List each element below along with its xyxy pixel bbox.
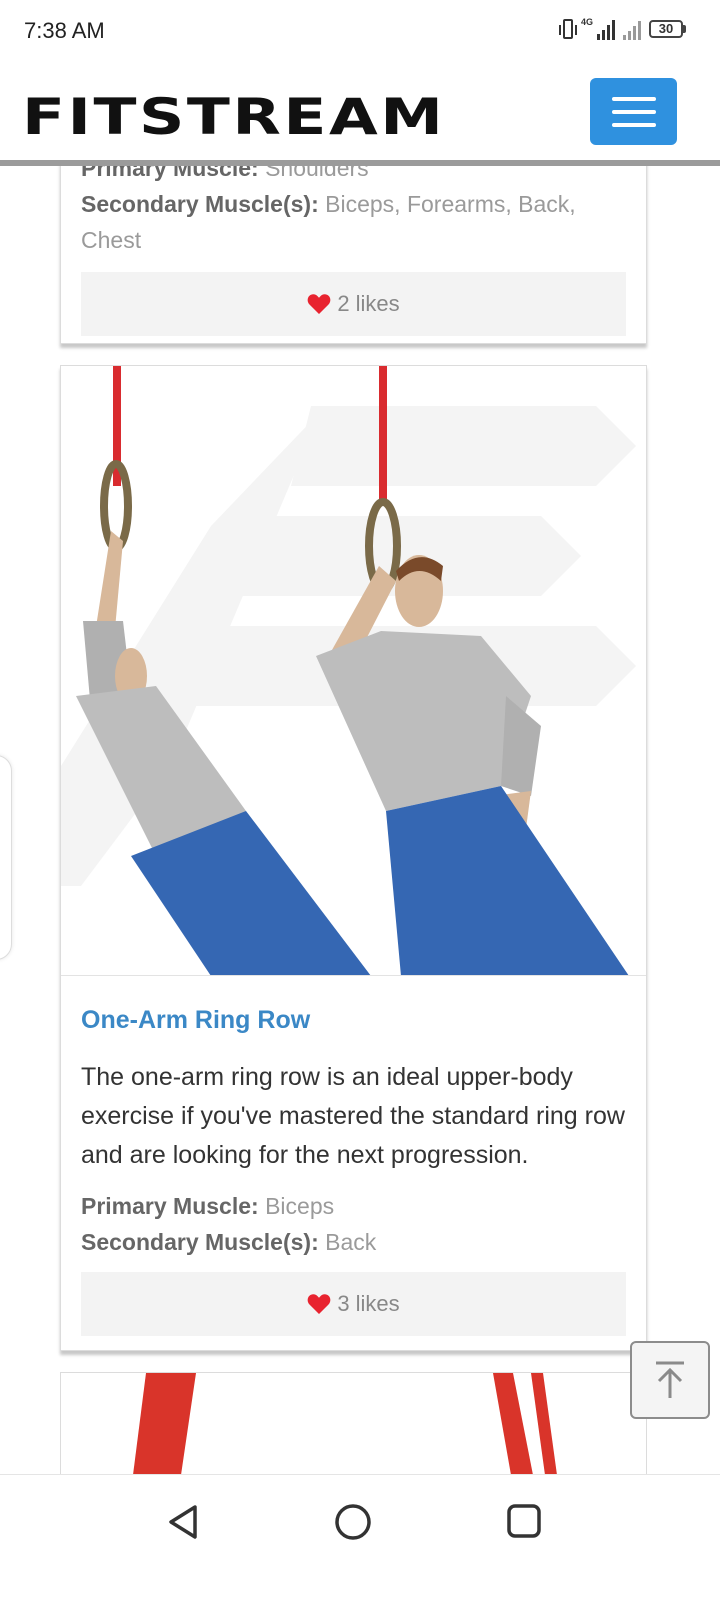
- exercise-illustration-next: [133, 1373, 557, 1475]
- battery-icon: 30: [649, 20, 686, 38]
- vibrate-icon: [558, 19, 577, 39]
- muscle-info: Primary Muscle: Biceps Secondary Muscle(…: [81, 1188, 376, 1260]
- exercise-description: The one-arm ring row is an ideal upper-b…: [81, 1063, 625, 1169]
- back-to-top-button[interactable]: [630, 1341, 710, 1419]
- site-header: FITSTREAM: [0, 64, 720, 166]
- status-time: 7:38 AM: [24, 18, 105, 43]
- secondary-muscles: Secondary Muscle(s): Back: [81, 1229, 377, 1255]
- exercise-illustration[interactable]: [61, 366, 646, 976]
- fitstream-logo[interactable]: FITSTREAM: [22, 88, 445, 146]
- signal-icon: [597, 18, 615, 40]
- exercise-title[interactable]: One-Arm Ring Row: [81, 1006, 310, 1035]
- status-bar: 7:38 AM 4G 30: [0, 0, 720, 64]
- like-button[interactable]: 2 likes: [81, 272, 626, 336]
- side-drawer-handle[interactable]: [0, 755, 12, 960]
- signal-2-icon: [623, 18, 641, 40]
- exercise-card[interactable]: One-Arm Ring Row The one-arm ring row is…: [60, 365, 647, 1351]
- like-count: 2 likes: [337, 291, 400, 316]
- triangle-back-icon[interactable]: [166, 1503, 200, 1541]
- arrow-up-to-line-icon: [656, 1361, 684, 1398]
- battery-level: 30: [649, 20, 683, 38]
- like-count: 3 likes: [337, 1291, 400, 1316]
- network-type: 4G: [580, 17, 593, 27]
- heart-icon: [307, 294, 331, 314]
- secondary-muscles: Secondary Muscle(s): Biceps, Forearms, B…: [81, 191, 576, 253]
- heart-icon: [307, 1294, 331, 1314]
- hamburger-menu-icon[interactable]: [590, 78, 677, 145]
- like-button[interactable]: 3 likes: [81, 1272, 626, 1336]
- status-icons: 4G 30: [558, 17, 686, 40]
- square-recents-icon[interactable]: [506, 1503, 542, 1539]
- circle-home-icon[interactable]: [334, 1503, 372, 1541]
- system-nav-bar: [0, 1474, 720, 1600]
- primary-muscle: Primary Muscle: Biceps: [81, 1193, 335, 1219]
